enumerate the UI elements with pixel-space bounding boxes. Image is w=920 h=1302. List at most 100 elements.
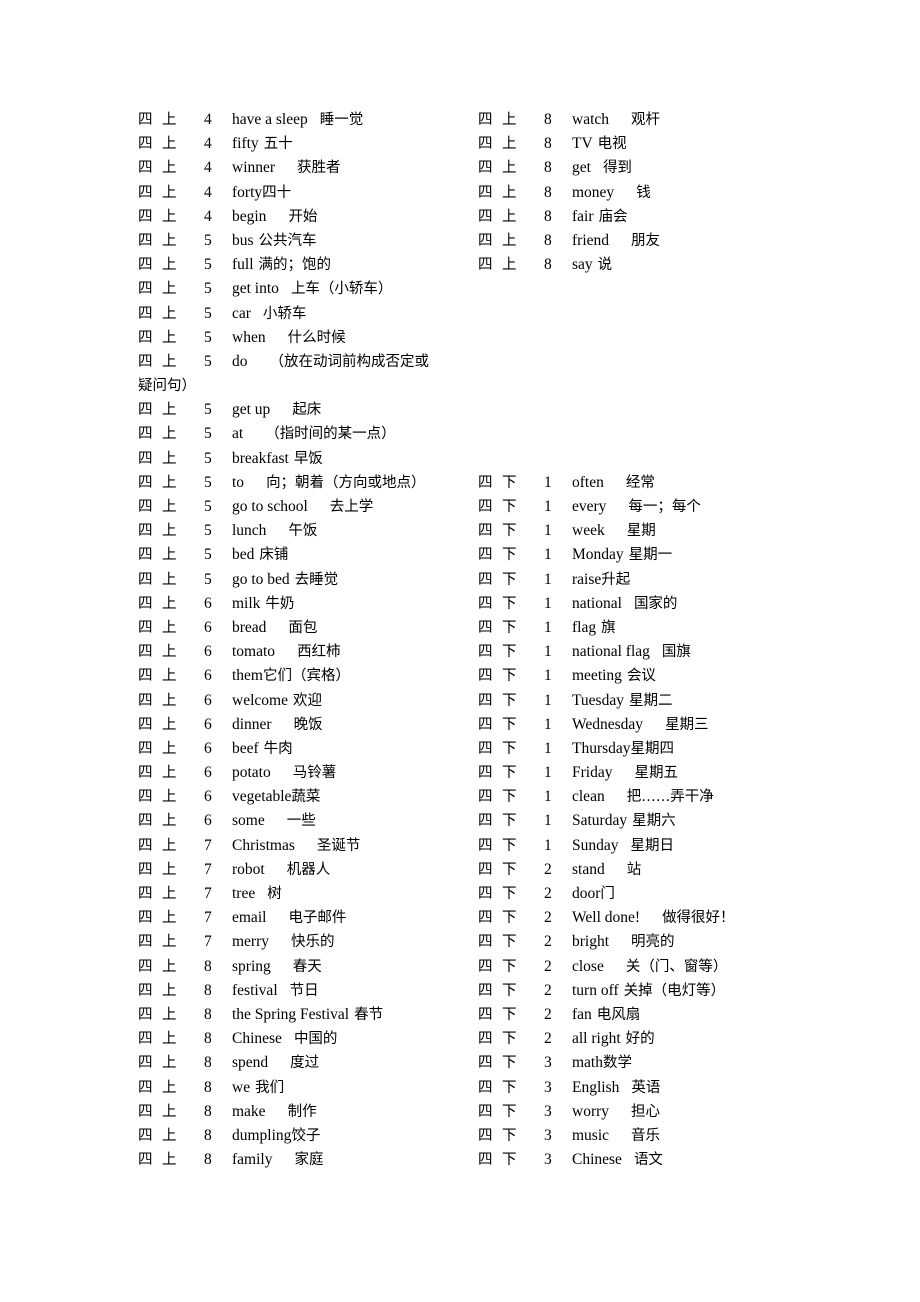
grade-label: 四 <box>138 232 153 249</box>
chinese-gloss: 庙会 <box>598 208 628 225</box>
vocabulary-row: 四下 2 all right 好的 <box>478 1027 818 1051</box>
vocabulary-row: 四上 6 bread 面包 <box>138 616 468 640</box>
grade-label: 四 <box>478 571 493 588</box>
grade-label: 四 <box>478 910 493 927</box>
english-word: door <box>572 885 601 902</box>
english-word: fair <box>572 207 594 225</box>
unit-number: 4 <box>204 183 212 201</box>
term-label: 下 <box>502 934 517 951</box>
vocabulary-row: 四上 5 breakfast 早饭 <box>138 447 468 471</box>
grade-label: 四 <box>138 281 153 298</box>
unit-number: 1 <box>544 836 552 854</box>
grade-label: 四 <box>478 982 493 999</box>
grade-label: 四 <box>138 910 153 927</box>
grade-label: 四 <box>138 644 153 661</box>
term-label: 上 <box>162 1152 177 1169</box>
unit-number: 8 <box>204 957 212 975</box>
term-label: 下 <box>502 716 517 733</box>
english-word: car <box>232 304 251 322</box>
grade-label: 四 <box>138 136 153 153</box>
grade-label: 四 <box>138 619 153 636</box>
chinese-gloss: 家庭 <box>294 1152 324 1169</box>
vocabulary-row: 四上 6 milk 牛奶 <box>138 592 468 616</box>
term-label: 下 <box>502 1031 517 1048</box>
vocabulary-row: 四下 2 Well done! 做得很好！ <box>478 906 818 930</box>
chinese-gloss: 每一；每个 <box>628 499 701 515</box>
document-page: 四上 4 have a sleep 睡一觉四上 4 fifty 五十四上 4 winner 获胜者… <box>0 0 920 1302</box>
grade-label: 四 <box>138 934 153 951</box>
term-label: 下 <box>502 910 517 927</box>
term-label: 上 <box>162 982 177 999</box>
grade-label: 四 <box>138 474 153 491</box>
english-word: bed <box>232 546 255 564</box>
vocabulary-row: 四上 6 some 一些 <box>138 809 468 833</box>
term-label: 上 <box>502 136 517 153</box>
english-word: breakfast <box>232 449 289 467</box>
chinese-gloss: 星期一 <box>628 547 673 564</box>
grade-label: 四 <box>138 1103 153 1120</box>
grade-label: 四 <box>138 402 153 419</box>
vocabulary-row: 四上 5 when 什么时候 <box>138 326 468 350</box>
english-word: beef <box>232 739 259 757</box>
vocabulary-row: 四上 6 beef 牛肉 <box>138 737 468 761</box>
vocabulary-row: 四下 2 bright 明亮的 <box>478 930 818 954</box>
vocabulary-row: 四下 1 Monday 星期一 <box>478 543 818 567</box>
term-label: 上 <box>502 160 517 177</box>
chinese-gloss: 节日 <box>289 982 319 999</box>
term-label: 上 <box>162 136 177 153</box>
english-word: say <box>572 256 593 274</box>
term-label: 上 <box>162 1079 177 1096</box>
unit-number: 7 <box>204 860 212 878</box>
english-word: bus <box>232 231 254 249</box>
term-label: 上 <box>502 257 517 274</box>
chinese-gloss: 中国的 <box>293 1031 338 1048</box>
unit-number: 6 <box>204 812 212 830</box>
english-word: when <box>232 328 266 346</box>
vocabulary-row: 四上 5 at （指时间的某一点） <box>138 422 468 446</box>
vocabulary-row: 四下 2 fan 电风扇 <box>478 1003 818 1027</box>
chinese-gloss: 获胜者 <box>297 160 341 177</box>
english-word: family <box>232 1151 273 1169</box>
vocabulary-row: 四下 1 Friday 星期五 <box>478 761 818 785</box>
english-word: fifty <box>232 135 259 153</box>
unit-number: 1 <box>544 546 552 564</box>
english-word: music <box>572 1126 610 1144</box>
unit-number: 5 <box>204 498 212 515</box>
unit-number: 3 <box>544 1151 552 1169</box>
english-word: some <box>232 812 265 830</box>
english-word: festival <box>232 981 278 999</box>
chinese-gloss: 春天 <box>292 958 322 975</box>
term-label: 上 <box>162 668 177 685</box>
english-word: Christmas <box>232 836 295 854</box>
unit-number: 5 <box>204 522 212 540</box>
vocabulary-row: 四下 2 door门 <box>478 882 818 906</box>
english-word: we <box>232 1078 251 1096</box>
vocabulary-row: 四上 8 festival 节日 <box>138 979 468 1003</box>
english-word: meeting <box>572 667 622 685</box>
english-word: robot <box>232 860 265 878</box>
grade-label: 四 <box>138 958 153 975</box>
vocabulary-row: 四下 2 turn off 关掉（电灯等） <box>478 979 818 1003</box>
chinese-gloss: 蔬菜 <box>291 789 321 806</box>
term-label: 上 <box>162 837 177 854</box>
term-label: 上 <box>162 450 177 467</box>
unit-number: 5 <box>204 304 212 322</box>
term-label: 上 <box>162 1055 177 1072</box>
vocabulary-row: 四上 8 we 我们 <box>138 1076 468 1100</box>
term-label: 下 <box>502 813 517 830</box>
chinese-gloss: 得到 <box>602 160 632 177</box>
english-word: at <box>232 425 244 443</box>
unit-number: 8 <box>544 256 552 274</box>
unit-number: 5 <box>204 231 212 249</box>
unit-number: 5 <box>204 425 212 443</box>
vocabulary-row: 四下 1 week 星期 <box>478 519 818 543</box>
grade-label: 四 <box>138 426 153 443</box>
english-word: clean <box>572 788 605 806</box>
grade-label: 四 <box>138 1031 153 1048</box>
unit-number: 4 <box>204 207 212 225</box>
vocabulary-row: 四上 8 spring 春天 <box>138 955 468 979</box>
grade-label: 四 <box>478 1055 493 1072</box>
unit-number: 8 <box>544 183 552 201</box>
blank-row <box>478 422 818 446</box>
grade-label: 四 <box>138 837 153 854</box>
